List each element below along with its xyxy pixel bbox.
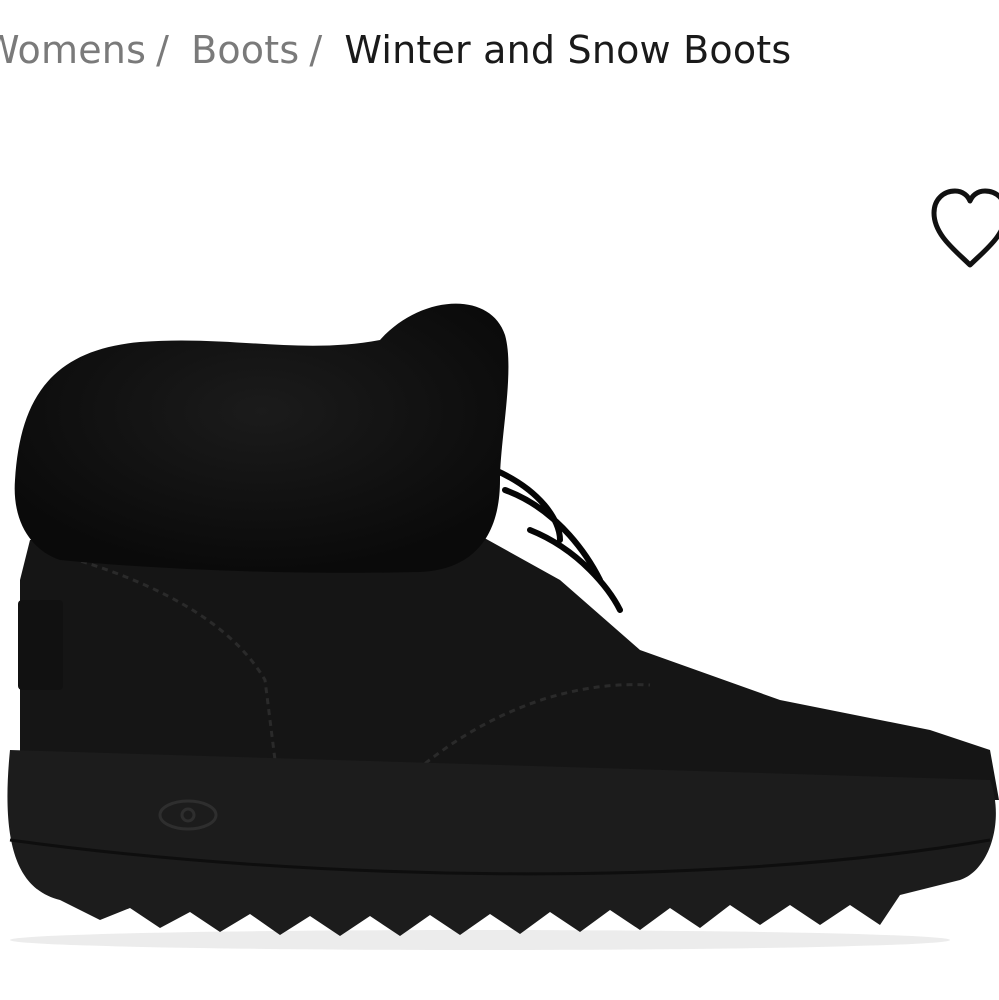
breadcrumb-separator: / [156,28,170,72]
wishlist-button[interactable] [928,183,999,273]
breadcrumb: Womens / Boots / Winter and Snow Boots [0,28,791,72]
boot-image [7,303,999,950]
breadcrumb-link-womens[interactable]: Womens [0,28,146,72]
breadcrumb-current: Winter and Snow Boots [344,28,792,72]
breadcrumb-link-boots[interactable]: Boots [191,28,299,72]
heart-outline-icon [931,188,999,268]
breadcrumb-separator: / [309,28,323,72]
product-image[interactable] [0,280,999,960]
